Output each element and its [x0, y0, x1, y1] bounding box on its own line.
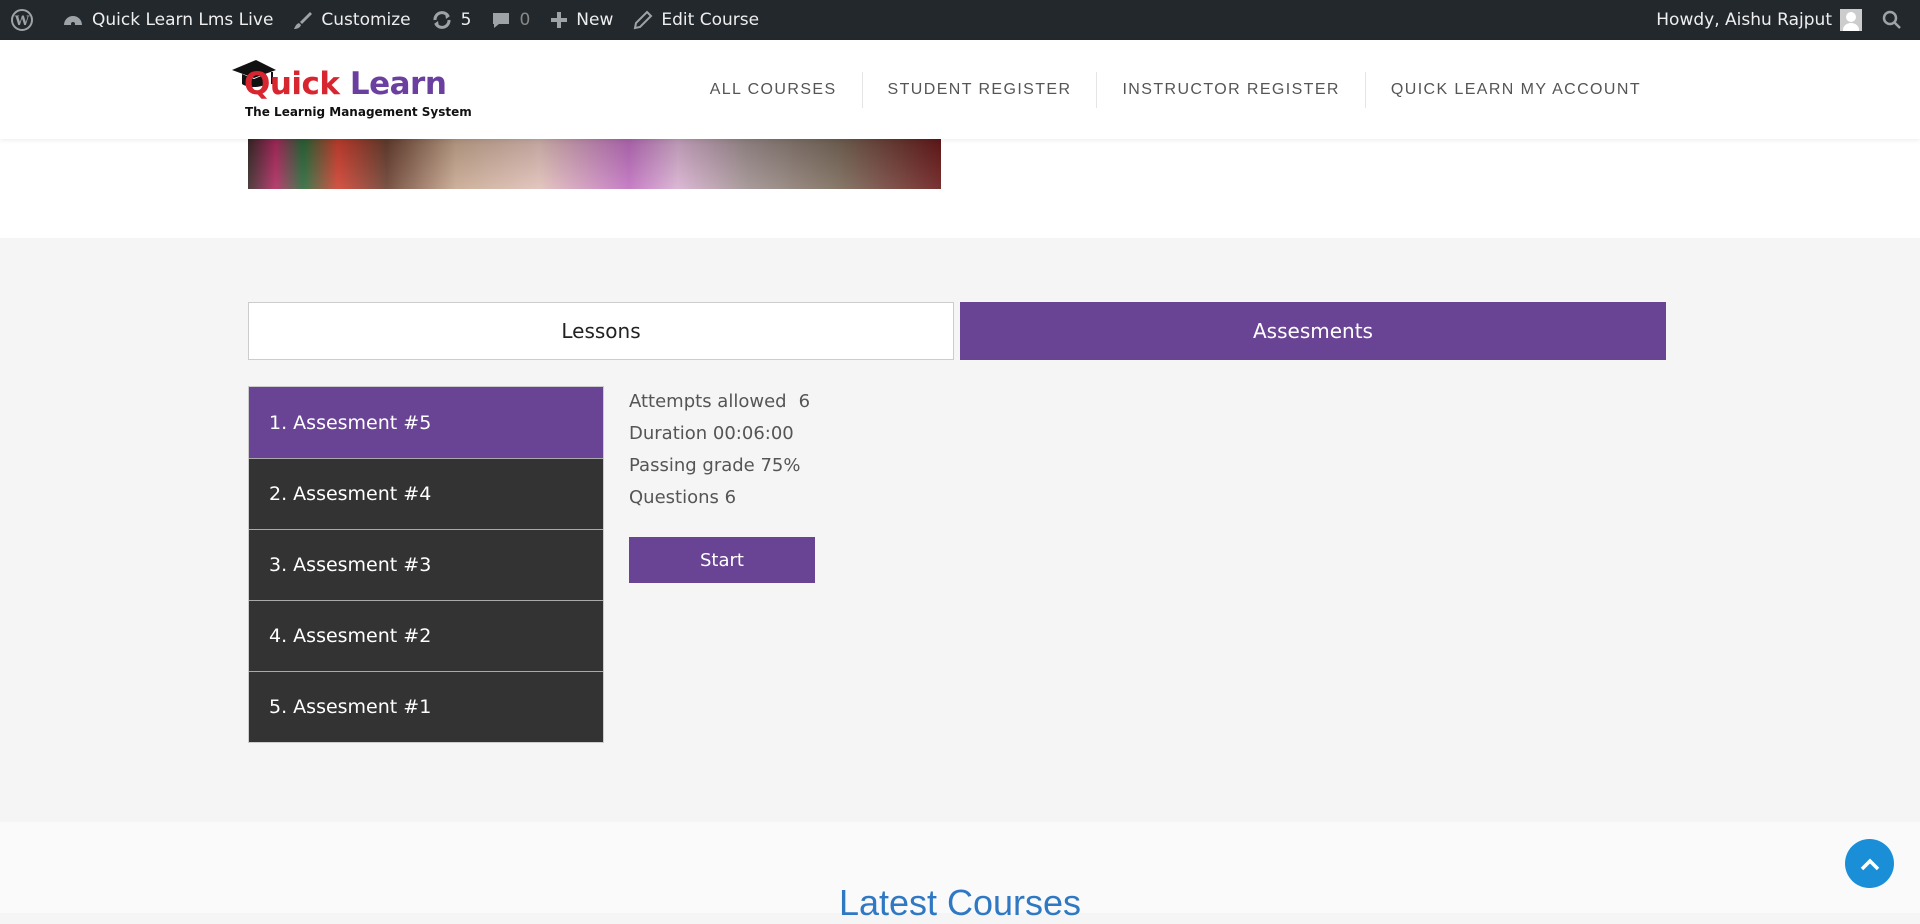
assessment-list: 1. Assesment #5 2. Assesment #4 3. Asses…: [248, 386, 604, 743]
nav-my-account[interactable]: QUICK LEARN MY ACCOUNT: [1364, 71, 1666, 108]
questions-text: Questions 6: [629, 487, 737, 508]
duration-text: Duration 00:06:00: [629, 423, 794, 444]
brush-icon: [294, 12, 313, 29]
attempts-label: Attempts allowed: [629, 391, 787, 412]
scroll-to-top-button[interactable]: [1845, 839, 1894, 888]
customize-label: Customize: [321, 10, 411, 30]
account-link[interactable]: Howdy, Aishu Rajput: [1646, 0, 1872, 40]
wordpress-logo-icon[interactable]: W: [0, 0, 52, 40]
chevron-up-icon: [1860, 858, 1879, 870]
nav-instructor-register[interactable]: INSTRUCTOR REGISTER: [1096, 71, 1364, 108]
passing-grade-text: Passing grade 75%: [629, 455, 801, 476]
latest-courses-section: Latest Courses: [0, 822, 1920, 923]
comments-count: 0: [519, 10, 531, 30]
assessment-item[interactable]: 4. Assesment #2: [249, 600, 603, 671]
nav-all-courses[interactable]: ALL COURSES: [685, 72, 862, 108]
new-link[interactable]: New: [540, 0, 623, 40]
svg-text:W: W: [14, 14, 30, 29]
course-tabs: Lessons Assesments: [248, 302, 1666, 360]
pencil-icon: [634, 10, 653, 30]
comments-link[interactable]: 0: [481, 0, 540, 40]
updates-link[interactable]: 5: [421, 0, 482, 40]
site-name-label: Quick Learn Lms Live: [92, 10, 274, 30]
edit-course-label: Edit Course: [661, 10, 760, 30]
site-header: Quick Learn The Learnig Management Syste…: [0, 40, 1920, 139]
site-name-link[interactable]: Quick Learn Lms Live: [52, 0, 283, 40]
start-button[interactable]: Start: [629, 537, 815, 583]
tab-assessments[interactable]: Assesments: [960, 302, 1666, 360]
main-nav: ALL COURSES STUDENT REGISTER INSTRUCTOR …: [685, 40, 1666, 139]
nav-student-register[interactable]: STUDENT REGISTER: [861, 71, 1097, 108]
howdy-label: Howdy, Aishu Rajput: [1656, 10, 1832, 30]
attempts-row: Attempts allowed 6: [629, 386, 810, 418]
logo-tagline: The Learnig Management System: [245, 105, 472, 119]
course-image: [248, 139, 941, 189]
assessment-item[interactable]: 3. Assesment #3: [249, 529, 603, 600]
search-button[interactable]: [1872, 0, 1920, 40]
new-label: New: [576, 10, 614, 30]
course-hero-section: [0, 139, 1920, 238]
refresh-icon: [433, 11, 451, 29]
admin-bar: W Quick Learn Lms Live Customize 5 0 New…: [0, 0, 1920, 40]
avatar: [1840, 9, 1862, 31]
tab-lessons[interactable]: Lessons: [248, 302, 954, 360]
attempts-value: 6: [798, 391, 811, 412]
comment-icon: [493, 13, 510, 28]
latest-courses-heading: Latest Courses: [838, 882, 1082, 923]
customize-link[interactable]: Customize: [283, 0, 420, 40]
logo-title: Quick Learn: [244, 66, 447, 102]
updates-count: 5: [460, 10, 472, 30]
site-logo[interactable]: Quick Learn The Learnig Management Syste…: [230, 58, 472, 128]
dashboard-icon: [64, 16, 82, 26]
assessment-item[interactable]: 1. Assesment #5: [249, 387, 603, 458]
search-icon: [1882, 10, 1901, 29]
assessment-details: Attempts allowed 6 Duration 00:06:00 Pass…: [629, 386, 810, 514]
edit-course-link[interactable]: Edit Course: [623, 0, 769, 40]
plus-icon: [551, 12, 568, 28]
assessment-item[interactable]: 2. Assesment #4: [249, 458, 603, 529]
assessment-item[interactable]: 5. Assesment #1: [249, 671, 603, 742]
